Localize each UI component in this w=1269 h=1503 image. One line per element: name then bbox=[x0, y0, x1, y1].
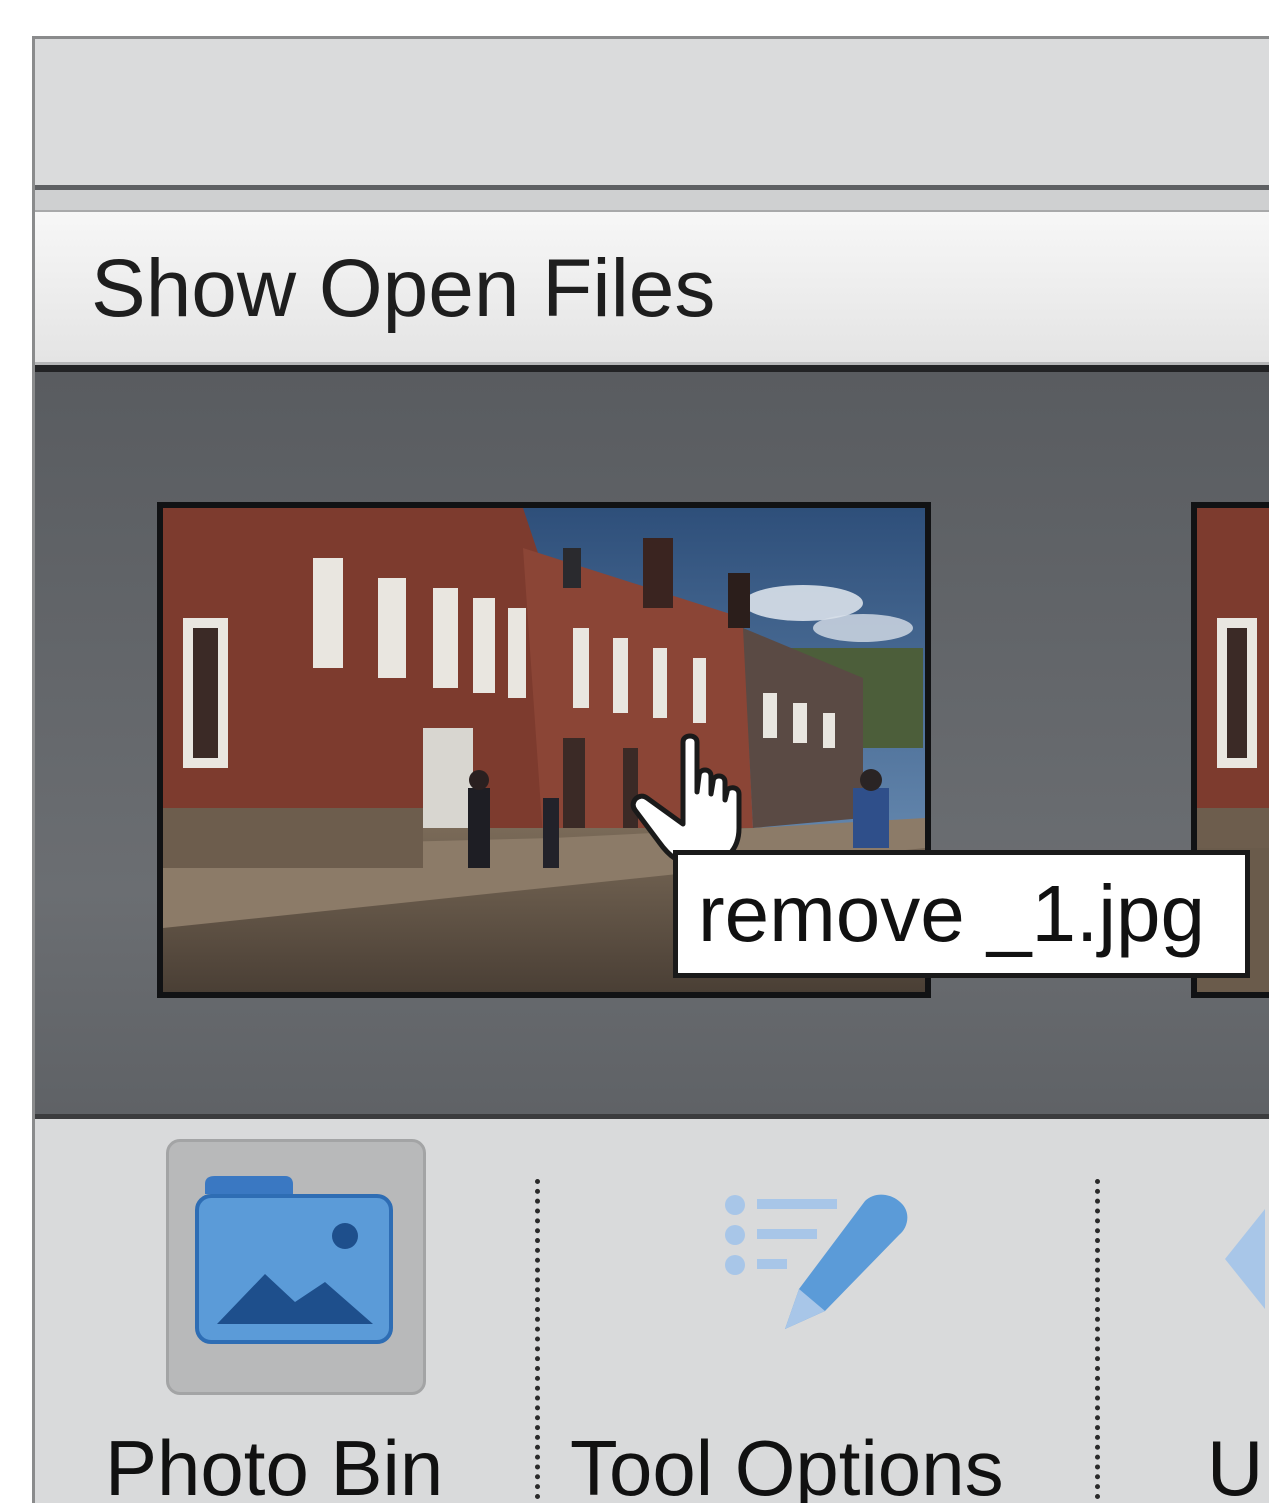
photo-bin-button[interactable]: Photo Bin bbox=[35, 1119, 535, 1503]
panel-separator bbox=[535, 1179, 540, 1503]
undo-icon bbox=[1225, 1209, 1265, 1309]
photo-bin-icon bbox=[195, 1176, 393, 1344]
undo-label: U bbox=[1207, 1424, 1264, 1503]
tool-options-icon bbox=[725, 1194, 908, 1329]
filename-tooltip: remove _1.jpg bbox=[673, 850, 1250, 978]
panel-separator-2 bbox=[1095, 1179, 1100, 1503]
tool-options-label: Tool Options bbox=[570, 1424, 1004, 1503]
photo-bin-area: remove _1.jpg bbox=[35, 372, 1269, 1114]
title-area bbox=[35, 39, 1269, 185]
tool-options-button[interactable]: Tool Options bbox=[545, 1119, 1105, 1503]
undo-button[interactable]: U bbox=[1105, 1119, 1269, 1503]
elements-window: Show Open Files remove _1.jpg Photo Bin … bbox=[32, 36, 1269, 1503]
panel-bar: Photo Bin Tool Options U bbox=[35, 1119, 1269, 1503]
bin-divider bbox=[35, 365, 1269, 372]
title-divider-secondary bbox=[35, 190, 1269, 212]
dropdown-label: Show Open Files bbox=[91, 243, 716, 334]
show-open-files-dropdown[interactable]: Show Open Files bbox=[35, 212, 1269, 365]
photo-bin-label: Photo Bin bbox=[105, 1424, 444, 1503]
